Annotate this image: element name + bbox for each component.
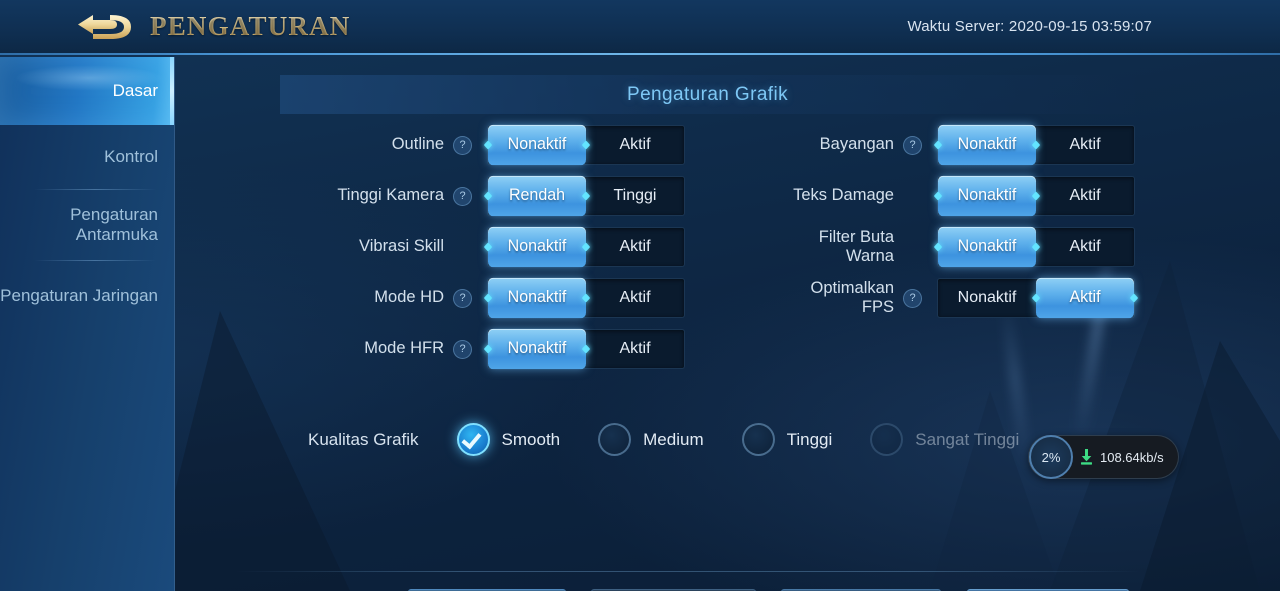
bottom-divider: [235, 571, 1140, 572]
sidebar-item-label: Pengaturan Antarmuka: [70, 204, 158, 244]
setting-row-bayangan: Bayangan ? Nonaktif Aktif: [705, 124, 1135, 166]
toggle-option-off[interactable]: Nonaktif: [488, 277, 586, 319]
quality-option-tinggi[interactable]: Tinggi: [741, 423, 833, 456]
setting-row-mode-hfr: Mode HFR ? Nonaktif Aktif: [285, 328, 685, 370]
setting-label: Mode HFR: [364, 339, 444, 358]
setting-label: Teks Damage: [793, 186, 894, 205]
active-glow: [14, 65, 164, 91]
toggle-tinggi-kamera[interactable]: Rendah Tinggi: [487, 175, 685, 217]
toggle-option-off[interactable]: Nonaktif: [938, 279, 1036, 317]
settings-column-right: Bayangan ? Nonaktif Aktif Teks Damage ? …: [705, 124, 1135, 329]
toggle-optimalkan-fps[interactable]: Nonaktif Aktif: [937, 277, 1135, 319]
radio-unchecked-icon: [741, 423, 775, 456]
help-icon[interactable]: ?: [453, 339, 472, 359]
sidebar-item-pengaturan-antarmuka[interactable]: Pengaturan Antarmuka: [0, 190, 174, 260]
setting-row-mode-hd: Mode HD ? Nonaktif Aktif: [285, 277, 685, 319]
toggle-outline[interactable]: Nonaktif Aktif: [487, 124, 685, 166]
help-icon[interactable]: ?: [453, 288, 472, 308]
sidebar-item-label: Pengaturan Jaringan: [0, 285, 158, 305]
toggle-option-off[interactable]: Nonaktif: [488, 226, 586, 268]
settings-screen: PENGATURAN Waktu Server: 2020-09-15 03:5…: [0, 0, 1280, 591]
back-button[interactable]: [72, 7, 136, 47]
sidebar-item-label: Kontrol: [104, 146, 158, 166]
setting-row-vibrasi-skill: Vibrasi Skill ? Nonaktif Aktif: [285, 226, 685, 268]
sidebar-nav: Dasar Kontrol Pengaturan Antarmuka Penga…: [0, 57, 175, 591]
toggle-option-off[interactable]: Nonaktif: [488, 124, 586, 166]
toggle-mode-hfr[interactable]: Nonaktif Aktif: [487, 328, 685, 370]
setting-row-teks-damage: Teks Damage ? Nonaktif Aktif: [705, 175, 1135, 217]
server-time-label: Waktu Server: 2020-09-15 03:59:07: [907, 18, 1152, 35]
checkmark-icon: [461, 428, 482, 450]
help-icon[interactable]: ?: [453, 135, 472, 155]
sidebar-item-kontrol[interactable]: Kontrol: [0, 125, 174, 189]
download-percent: 2%: [1029, 435, 1073, 479]
quality-label: Kualitas Grafik: [308, 429, 419, 449]
toggle-option-on[interactable]: Aktif: [586, 330, 684, 368]
setting-row-filter-buta-warna: Filter Buta Warna ? Nonaktif Aktif: [705, 226, 1135, 268]
setting-label: Bayangan: [819, 135, 894, 154]
radio-checked-icon: [456, 423, 490, 456]
toggle-option-tinggi[interactable]: Tinggi: [586, 177, 684, 215]
toggle-option-off[interactable]: Nonaktif: [938, 175, 1036, 217]
setting-row-optimalkan-fps: Optimalkan FPS ? Nonaktif Aktif: [705, 277, 1135, 319]
toggle-option-on[interactable]: Aktif: [586, 228, 684, 266]
toggle-option-on[interactable]: Aktif: [1036, 177, 1134, 215]
help-icon[interactable]: ?: [903, 288, 922, 308]
help-icon[interactable]: ?: [453, 186, 472, 206]
quality-option-smooth[interactable]: Smooth: [456, 423, 561, 456]
setting-label: Optimalkan FPS: [810, 278, 894, 316]
toggle-teks-damage[interactable]: Nonaktif Aktif: [937, 175, 1135, 217]
quality-radio-group: Smooth Medium Tinggi Sangat Tinggi: [419, 423, 1019, 456]
quality-option-medium[interactable]: Medium: [598, 423, 704, 456]
toggle-option-rendah[interactable]: Rendah: [488, 175, 586, 217]
panel-header: Pengaturan Grafik: [280, 75, 1135, 114]
toggle-option-on[interactable]: Aktif: [586, 126, 684, 164]
setting-label: Tinggi Kamera: [337, 186, 444, 205]
download-progress-badge[interactable]: 2% 108.64kb/s: [1028, 435, 1179, 479]
toggle-option-on[interactable]: Aktif: [1036, 277, 1134, 319]
panel-title: Pengaturan Grafik: [627, 83, 788, 105]
toggle-option-off[interactable]: Nonaktif: [488, 328, 586, 370]
setting-label: Filter Buta Warna: [818, 227, 894, 265]
sidebar-item-pengaturan-jaringan[interactable]: Pengaturan Jaringan: [0, 261, 174, 331]
radio-unchecked-icon: [598, 423, 632, 456]
setting-row-outline: Outline ? Nonaktif Aktif: [285, 124, 685, 166]
top-header-bar: PENGATURAN Waktu Server: 2020-09-15 03:5…: [0, 0, 1280, 55]
quality-option-label: Tinggi: [786, 429, 833, 449]
toggle-option-off[interactable]: Nonaktif: [938, 226, 1036, 268]
toggle-vibrasi-skill[interactable]: Nonaktif Aktif: [487, 226, 685, 268]
back-arrow-icon: [78, 14, 131, 39]
download-icon: [1079, 449, 1094, 465]
main-content: Pengaturan Grafik Outline ? Nonaktif Akt…: [175, 57, 1280, 591]
setting-label: Vibrasi Skill: [359, 237, 444, 256]
quality-option-label: Smooth: [501, 429, 561, 449]
download-speed: 108.64kb/s: [1100, 449, 1164, 465]
radio-unchecked-icon: [870, 423, 904, 456]
setting-label: Mode HD: [374, 288, 444, 307]
toggle-mode-hd[interactable]: Nonaktif Aktif: [487, 277, 685, 319]
help-icon[interactable]: ?: [903, 135, 922, 155]
setting-row-tinggi-kamera: Tinggi Kamera ? Rendah Tinggi: [285, 175, 685, 217]
quality-option-label: Medium: [643, 429, 704, 449]
page-title: PENGATURAN: [150, 11, 351, 41]
toggle-option-off[interactable]: Nonaktif: [938, 124, 1036, 166]
toggle-filter-buta-warna[interactable]: Nonaktif Aktif: [937, 226, 1135, 268]
toggle-option-on[interactable]: Aktif: [586, 279, 684, 317]
quality-option-sangat-tinggi[interactable]: Sangat Tinggi: [870, 423, 1019, 456]
toggle-option-on[interactable]: Aktif: [1036, 228, 1134, 266]
sidebar-item-dasar[interactable]: Dasar: [0, 57, 174, 125]
quality-option-label: Sangat Tinggi: [915, 429, 1020, 449]
toggle-bayangan[interactable]: Nonaktif Aktif: [937, 124, 1135, 166]
setting-label: Outline: [391, 135, 444, 154]
settings-column-left: Outline ? Nonaktif Aktif Tinggi Kamera ?…: [285, 124, 685, 380]
toggle-option-on[interactable]: Aktif: [1036, 126, 1134, 164]
